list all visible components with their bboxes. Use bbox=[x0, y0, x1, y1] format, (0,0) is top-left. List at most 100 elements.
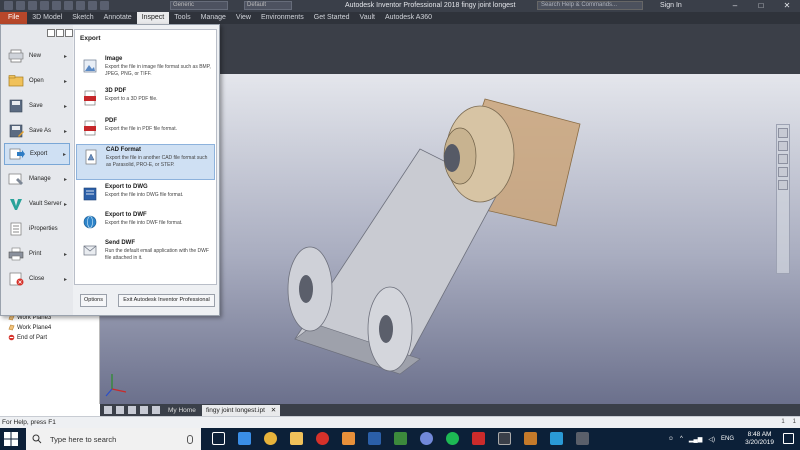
home-icon[interactable] bbox=[76, 1, 85, 10]
tab-tools[interactable]: Tools bbox=[169, 12, 195, 24]
maximize-button[interactable]: □ bbox=[748, 0, 774, 12]
file-explorer-icon[interactable] bbox=[290, 432, 303, 445]
chevron-right-icon: ▸ bbox=[63, 78, 67, 85]
save-icon[interactable] bbox=[40, 1, 49, 10]
chevron-right-icon: ▸ bbox=[63, 251, 67, 258]
image-export-icon bbox=[83, 59, 97, 73]
tab-a360[interactable]: Autodesk A360 bbox=[380, 12, 437, 24]
update-icon[interactable] bbox=[88, 1, 97, 10]
tab-file[interactable]: File bbox=[0, 12, 28, 24]
steering-wheel-icon[interactable] bbox=[778, 128, 788, 138]
material-select[interactable]: Generic bbox=[170, 1, 228, 10]
tree-item-end-of-part[interactable]: End of Part bbox=[8, 334, 47, 341]
tab-my-home[interactable]: My Home bbox=[164, 405, 200, 416]
tile-vertical-icon[interactable] bbox=[104, 406, 112, 414]
tab-environments[interactable]: Environments bbox=[256, 12, 309, 24]
export-option-send-dwf[interactable]: Send DWF Run the default email applicati… bbox=[76, 238, 215, 272]
pan-icon[interactable] bbox=[778, 141, 788, 151]
app-icon-dark[interactable] bbox=[576, 432, 589, 445]
taskbar-search-box[interactable]: Type here to search bbox=[26, 428, 201, 450]
pdf-icon bbox=[84, 120, 96, 136]
chrome-icon[interactable] bbox=[264, 432, 277, 445]
windows-start-icon[interactable] bbox=[4, 432, 18, 446]
app-icon-blue[interactable] bbox=[550, 432, 563, 445]
export-option-pdf[interactable]: PDF Export the file in PDF file format. bbox=[76, 116, 215, 146]
orbit-icon[interactable] bbox=[778, 167, 788, 177]
notifications-icon[interactable] bbox=[783, 433, 794, 444]
windows-icon[interactable] bbox=[152, 406, 160, 414]
menu-item-open[interactable]: Open ▸ bbox=[4, 70, 70, 92]
task-view-icon[interactable] bbox=[212, 432, 225, 445]
app-icon-orange[interactable] bbox=[524, 432, 537, 445]
arrange-icon[interactable] bbox=[140, 406, 148, 414]
close-button[interactable]: ✕ bbox=[774, 0, 800, 12]
recent-documents-icon[interactable] bbox=[47, 29, 55, 37]
app-menu-icon[interactable] bbox=[4, 1, 13, 10]
options-button[interactable]: Options bbox=[80, 294, 107, 307]
app-icon-red[interactable] bbox=[472, 432, 485, 445]
look-at-icon[interactable] bbox=[778, 180, 788, 190]
language-indicator[interactable]: ENG bbox=[721, 436, 734, 442]
export-option-cad-format[interactable]: CAD Format Export the file in another CA… bbox=[76, 144, 215, 180]
recorder-app-icon[interactable] bbox=[316, 432, 329, 445]
clock-time: 8:48 AM bbox=[747, 431, 772, 438]
tab-sketch[interactable]: Sketch bbox=[67, 12, 98, 24]
tree-item-label: Work Plane4 bbox=[17, 324, 52, 331]
tray-chevron-icon[interactable]: ^ bbox=[680, 436, 683, 442]
exit-inventor-button[interactable]: Exit Autodesk Inventor Professional bbox=[118, 294, 215, 307]
spotify-icon[interactable] bbox=[446, 432, 459, 445]
menu-item-save[interactable]: Save ▸ bbox=[4, 95, 70, 117]
edge-icon[interactable] bbox=[238, 432, 251, 445]
tree-item-work-plane4[interactable]: Work Plane4 bbox=[8, 324, 51, 331]
undo-icon[interactable] bbox=[52, 1, 61, 10]
word-icon[interactable] bbox=[368, 432, 381, 445]
export-option-dwg[interactable]: Export to DWG Export the file into DWG f… bbox=[76, 182, 215, 212]
cascade-icon[interactable] bbox=[128, 406, 136, 414]
close-tab-icon[interactable]: ✕ bbox=[271, 407, 276, 414]
menu-item-vault-server[interactable]: Vault Server ▸ bbox=[4, 193, 70, 215]
select-icon[interactable] bbox=[100, 1, 109, 10]
send-dwf-icon bbox=[83, 245, 97, 256]
sign-in-link[interactable]: Sign In bbox=[660, 2, 682, 9]
chevron-right-icon: ▸ bbox=[63, 276, 67, 283]
menu-item-export[interactable]: Export ▸ bbox=[4, 143, 70, 165]
tab-3d-model[interactable]: 3D Model bbox=[27, 12, 67, 24]
tab-manage[interactable]: Manage bbox=[196, 12, 231, 24]
fork-hole-left bbox=[299, 275, 313, 303]
menu-item-save-as[interactable]: Save As ▸ bbox=[4, 120, 70, 142]
open-documents-icon[interactable] bbox=[56, 29, 64, 37]
menu-item-close[interactable]: Close ▸ bbox=[4, 268, 70, 290]
microphone-icon[interactable] bbox=[187, 434, 193, 444]
people-icon[interactable]: ☺ bbox=[668, 436, 674, 442]
network-icon[interactable]: ▂▄▆ bbox=[689, 436, 702, 443]
menu-item-new[interactable]: New ▸ bbox=[4, 45, 70, 67]
tab-inspect[interactable]: Inspect bbox=[136, 12, 170, 24]
inventor-app-icon[interactable] bbox=[342, 432, 355, 445]
tab-get-started[interactable]: Get Started bbox=[309, 12, 355, 24]
tab-vault[interactable]: Vault bbox=[355, 12, 380, 24]
minimize-button[interactable]: – bbox=[722, 0, 748, 12]
taskbar-clock[interactable]: 8:48 AM 3/20/2019 bbox=[745, 431, 774, 447]
menu-search-icon[interactable] bbox=[65, 29, 73, 37]
appearance-select[interactable]: Default bbox=[244, 1, 292, 10]
tab-active-document[interactable]: fingy joint longest.ipt ✕ bbox=[202, 405, 281, 416]
help-search-input[interactable]: Search Help & Commands... bbox=[537, 1, 643, 10]
menu-item-manage[interactable]: Manage ▸ bbox=[4, 168, 70, 190]
zoom-icon[interactable] bbox=[778, 154, 788, 164]
cad-format-icon bbox=[85, 149, 97, 165]
export-option-3d-pdf[interactable]: 3D PDF Export to a 3D PDF file. bbox=[76, 86, 215, 116]
tab-annotate[interactable]: Annotate bbox=[99, 12, 137, 24]
app-icon-gray[interactable] bbox=[498, 432, 511, 445]
new-icon[interactable] bbox=[16, 1, 25, 10]
tile-horizontal-icon[interactable] bbox=[116, 406, 124, 414]
menu-item-print[interactable]: Print ▸ bbox=[4, 243, 70, 265]
export-option-image[interactable]: Image Export the file in image file form… bbox=[76, 54, 215, 84]
tab-view[interactable]: View bbox=[231, 12, 256, 24]
redo-icon[interactable] bbox=[64, 1, 73, 10]
menu-item-iproperties[interactable]: iProperties bbox=[4, 218, 70, 240]
export-option-dwf[interactable]: Export to DWF Export the file into DWF f… bbox=[76, 210, 215, 240]
discord-icon[interactable] bbox=[420, 432, 433, 445]
app-icon-green[interactable] bbox=[394, 432, 407, 445]
volume-icon[interactable]: ◁) bbox=[708, 436, 715, 443]
open-icon[interactable] bbox=[28, 1, 37, 10]
